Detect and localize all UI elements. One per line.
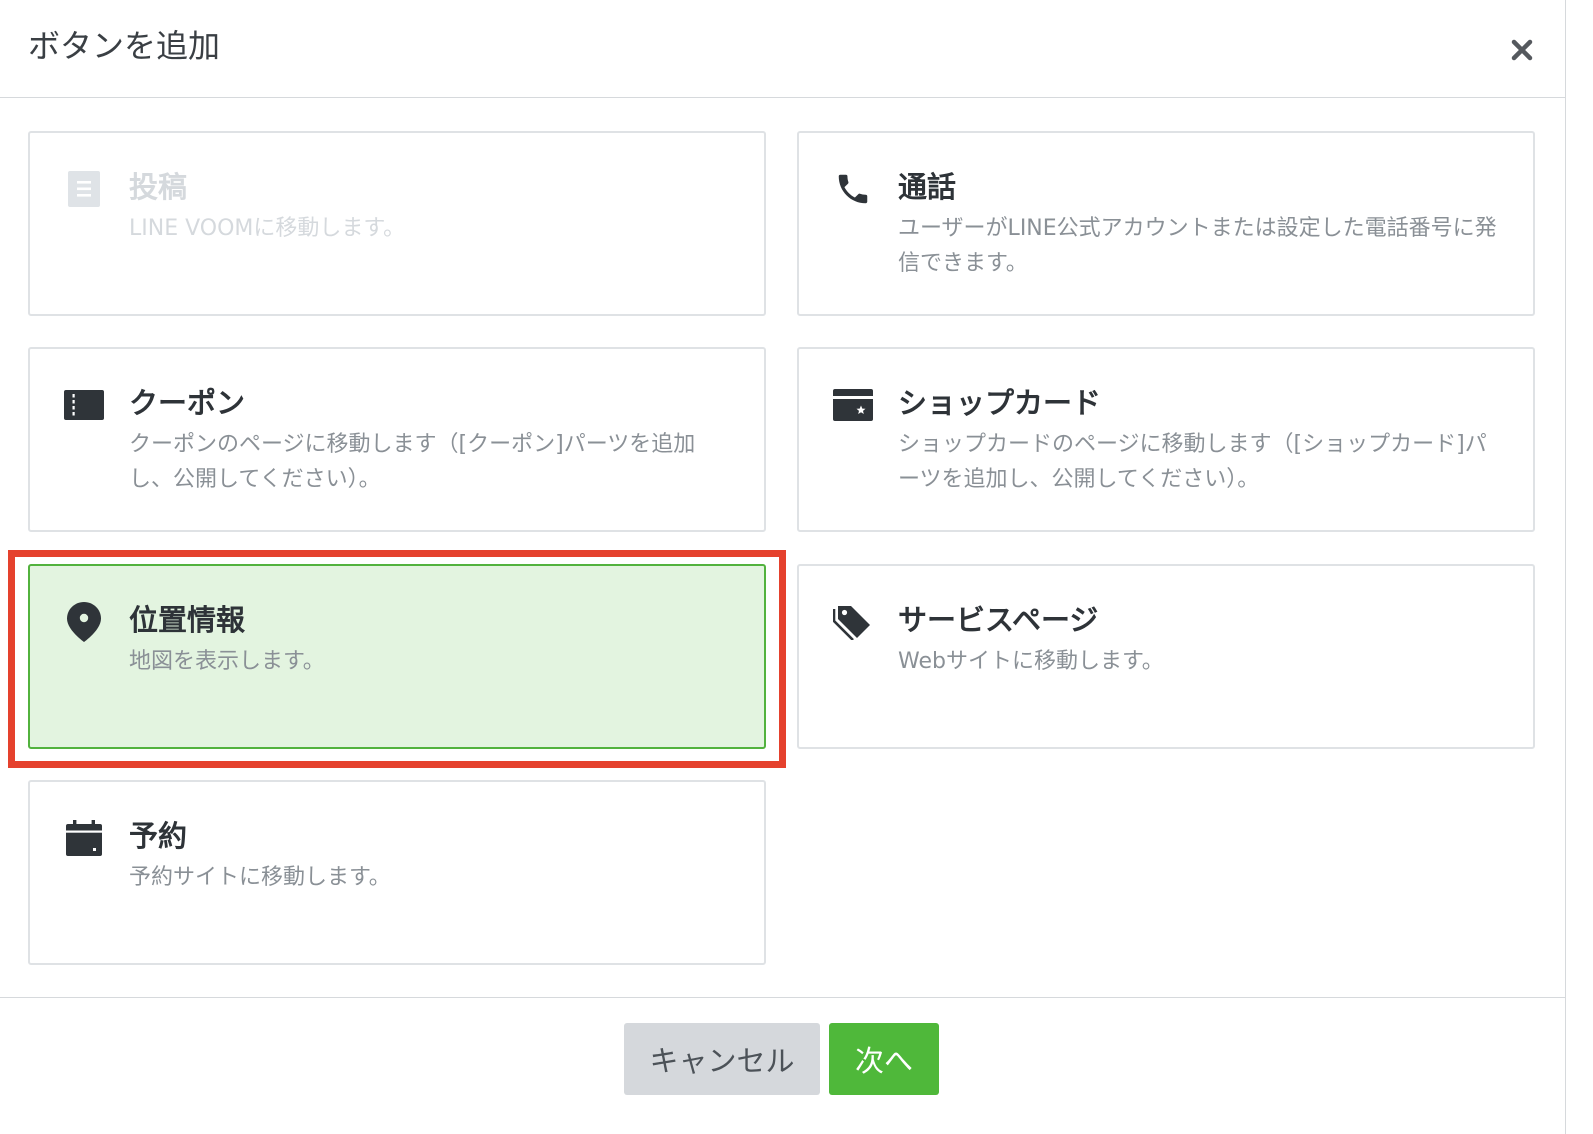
option-title: サービスページ (898, 603, 1099, 637)
document-icon (64, 169, 104, 209)
option-card-call[interactable]: 通話 ユーザーがLINE公式アカウントまたは設定した電話番号に発信できます。 (797, 131, 1535, 316)
option-title: クーポン (129, 386, 246, 420)
option-card-service[interactable]: サービスページ Webサイトに移動します。 (797, 564, 1535, 749)
option-description: クーポンのページに移動します（[クーポン]パーツを追加し、公開してください）。 (129, 432, 696, 492)
modal-header: ボタンを追加 (0, 0, 1566, 98)
option-title: 通話 (898, 170, 957, 204)
option-description: ユーザーがLINE公式アカウントまたは設定した電話番号に発信できます。 (898, 216, 1497, 276)
option-card-post: 投稿 LINE VOOMに移動します。 (28, 131, 766, 316)
map-pin-icon (64, 602, 104, 642)
option-card-shopcard[interactable]: ショップカード ショップカードのページに移動します（[ショップカード]パーツを追… (797, 347, 1535, 532)
option-description: LINE VOOMに移動します。 (129, 216, 406, 241)
close-button[interactable] (1500, 30, 1544, 70)
option-card-reservation[interactable]: 予約 予約サイトに移動します。 (28, 780, 766, 965)
close-icon (1511, 39, 1533, 61)
option-description: Webサイトに移動します。 (898, 649, 1164, 674)
option-title: 位置情報 (129, 603, 246, 637)
add-button-modal: ボタンを追加 投稿 LINE VOOMに移動します。 通話 ユーザーがLINE公… (0, 0, 1566, 1134)
modal-title: ボタンを追加 (28, 27, 221, 65)
option-description: 地図を表示します。 (129, 649, 325, 674)
calendar-icon (64, 818, 104, 858)
option-title: ショップカード (898, 386, 1102, 420)
phone-icon (833, 169, 873, 209)
option-description: ショップカードのページに移動します（[ショップカード]パーツを追加し、公開してく… (898, 432, 1487, 492)
coupon-ticket-icon (64, 385, 104, 425)
option-card-coupon[interactable]: クーポン クーポンのページに移動します（[クーポン]パーツを追加し、公開してくだ… (28, 347, 766, 532)
tags-icon (833, 602, 873, 642)
option-title: 予約 (129, 819, 188, 853)
option-description: 予約サイトに移動します。 (129, 865, 391, 890)
shop-card-icon (833, 385, 873, 425)
option-title: 投稿 (129, 170, 188, 204)
cancel-button[interactable]: キャンセル (624, 1023, 820, 1095)
modal-footer: キャンセル 次へ (0, 997, 1566, 1134)
next-button[interactable]: 次へ (829, 1023, 939, 1095)
option-card-location[interactable]: 位置情報 地図を表示します。 (28, 564, 766, 749)
